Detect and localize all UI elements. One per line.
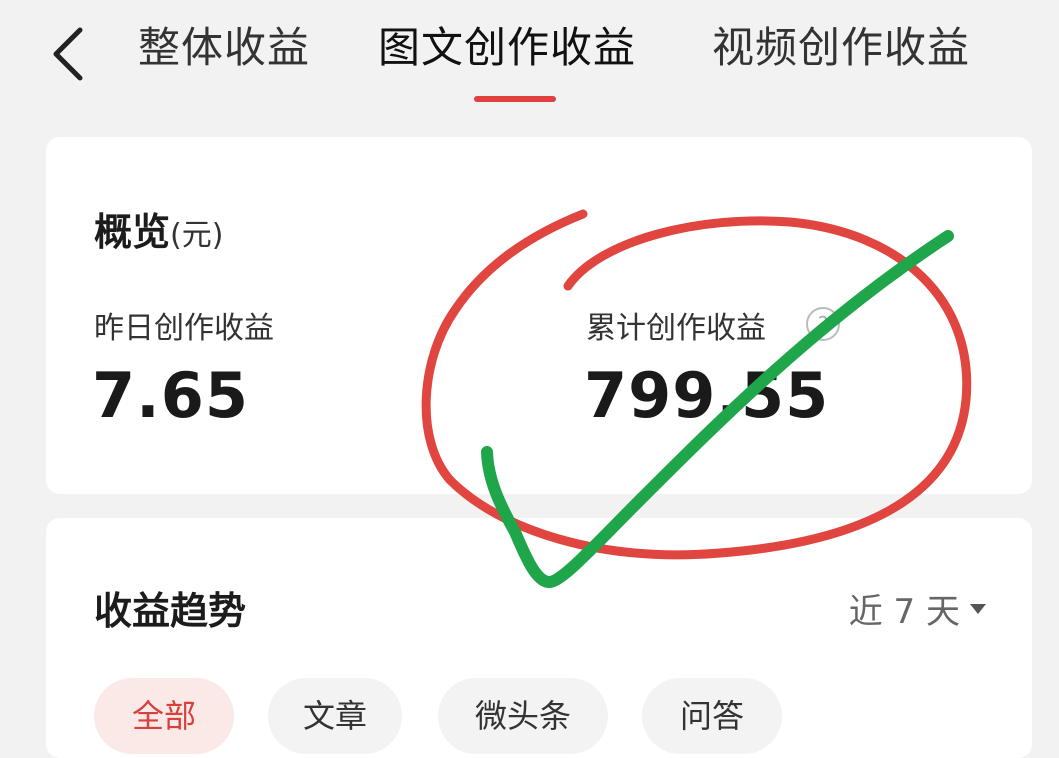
- date-range-label: 近 7 天: [848, 592, 960, 632]
- active-tab-indicator: [474, 96, 556, 102]
- overview-title: 概览(元): [94, 201, 223, 256]
- chevron-left-icon: [53, 27, 83, 81]
- caret-down-icon: [970, 603, 986, 614]
- total-income-label: 累计创作收益: [586, 311, 766, 346]
- income-trend-title: 收益趋势: [94, 589, 247, 633]
- tab-article-income[interactable]: 图文创作收益: [378, 18, 636, 78]
- tab-bar: 整体收益 图文创作收益 视频创作收益: [0, 0, 1059, 110]
- tab-video-income[interactable]: 视频创作收益: [712, 18, 970, 78]
- tab-overall-income[interactable]: 整体收益: [138, 18, 310, 78]
- total-income-value: 799.55: [584, 359, 830, 432]
- filter-chip-all[interactable]: 全部: [94, 678, 234, 754]
- back-button[interactable]: [44, 22, 92, 86]
- yesterday-income-label: 昨日创作收益: [94, 311, 274, 346]
- yesterday-income-value: 7.65: [92, 359, 249, 432]
- filter-chip-qa[interactable]: 问答: [642, 678, 782, 754]
- date-range-dropdown[interactable]: 近 7 天: [849, 584, 986, 633]
- filter-chip-micro-post[interactable]: 微头条: [438, 678, 608, 754]
- income-trend-card: 收益趋势 近 7 天 全部 文章 微头条 问答: [46, 518, 1032, 758]
- filter-chip-article[interactable]: 文章: [268, 678, 402, 754]
- question-circle-icon[interactable]: ?: [806, 307, 840, 341]
- overview-title-text: 概览: [94, 210, 171, 254]
- overview-card: 概览(元) 昨日创作收益 7.65 累计创作收益 ? 799.55: [46, 137, 1032, 494]
- overview-unit: (元): [170, 218, 224, 253]
